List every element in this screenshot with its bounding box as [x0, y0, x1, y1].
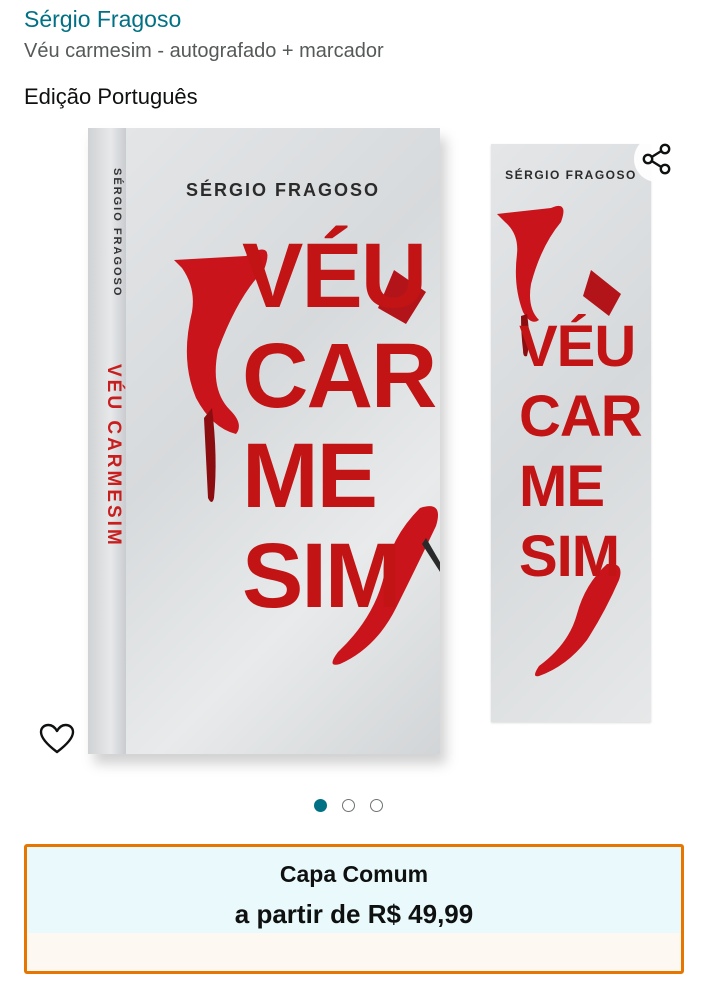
author-link[interactable]: Sérgio Fragoso	[24, 6, 181, 33]
heart-icon	[39, 723, 75, 754]
cover-title-line: CAR	[242, 325, 437, 427]
bookmark-image[interactable]: SÉRGIO FRAGOSO VÉU CAR ME SIM	[491, 144, 651, 722]
cover-title-line: SIM	[242, 525, 402, 627]
heel-top-drip	[204, 408, 216, 502]
edition-label: Edição Português	[24, 84, 198, 109]
carousel-dot-2[interactable]	[342, 799, 355, 812]
format-option-paperback[interactable]: Capa Comum a partir de R$ 49,99	[24, 844, 684, 974]
book-front-cover: SÉRGIO FRAGOSO VÉU CAR ME SIM	[126, 128, 440, 754]
cover-title-line: ME	[242, 425, 378, 527]
carousel-dots	[314, 799, 396, 815]
product-title: Véu carmesim - autografado + marcador	[24, 40, 384, 62]
book-cover-image[interactable]: SÉRGIO FRAGOSO VÉU CARMESIM SÉRGIO FRAGO…	[88, 128, 446, 764]
format-name: Capa Comum	[279, 861, 429, 887]
bookmark-title-line: SIM	[519, 524, 620, 589]
wishlist-button[interactable]	[34, 716, 80, 762]
bookmark-title: VÉU CAR ME SIM	[519, 312, 649, 592]
bookmark-title-line: VÉU	[519, 314, 636, 379]
spine-title: VÉU CARMESIM	[103, 364, 124, 548]
bookmark-heel-top	[497, 205, 564, 322]
book-spine: SÉRGIO FRAGOSO VÉU CARMESIM	[88, 128, 127, 754]
carousel-dot-3[interactable]	[370, 799, 383, 812]
bookmark-title-line: ME	[519, 454, 605, 519]
format-price: a partir de R$ 49,99	[234, 899, 474, 929]
cover-title-line: VÉU	[242, 225, 427, 327]
carousel-dot-1[interactable]	[314, 799, 327, 812]
share-button[interactable]	[634, 136, 680, 182]
share-icon	[642, 143, 671, 175]
bookmark-title-line: CAR	[519, 384, 643, 449]
bookmark-lipstick	[583, 270, 621, 316]
cover-title: VÉU CAR ME SIM	[242, 225, 437, 627]
